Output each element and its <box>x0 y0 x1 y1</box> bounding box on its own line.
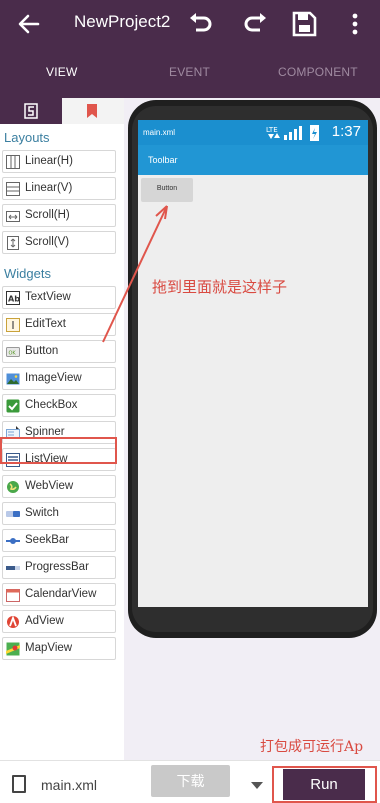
project-title: NewProject2 <box>74 12 171 31</box>
seekbar-icon <box>6 538 20 544</box>
toolbar-title: Toolbar <box>148 155 178 165</box>
dropdown-caret-icon[interactable] <box>251 782 263 789</box>
palette-item-progressbar[interactable]: ProgressBar <box>2 556 116 579</box>
palette-tabs <box>0 98 124 124</box>
checkbox-icon <box>6 399 20 413</box>
palette-item-label: Linear(H) <box>25 155 73 167</box>
scroll-v-icon <box>7 236 19 250</box>
button-icon: OK <box>6 347 20 357</box>
bottom-bar: main.xml 下载 Run <box>0 760 380 803</box>
linear-v-icon <box>6 182 20 196</box>
palette-item-imageview[interactable]: ImageView <box>2 367 116 390</box>
widgets-tab-icon <box>24 103 38 119</box>
network-label: LTE <box>266 126 278 134</box>
palette-item-label: CalendarView <box>25 588 97 600</box>
preview-button-label: Button <box>156 185 178 192</box>
palette-item-scroll-v[interactable]: Scroll(V) <box>2 231 116 254</box>
preview-toolbar: Toolbar <box>138 145 368 175</box>
palette-item-label: MapView <box>25 642 73 654</box>
widget-palette: Layouts Linear(H) Linear(V) Scroll(H) Sc… <box>0 98 124 760</box>
tab-component[interactable]: COMPONENT <box>278 65 358 79</box>
palette-item-mapview[interactable]: MapView <box>2 637 116 660</box>
back-arrow-icon[interactable] <box>14 9 44 39</box>
palette-item-label: Button <box>25 345 59 357</box>
palette-item-seekbar[interactable]: SeekBar <box>2 529 116 552</box>
palette-item-edittext[interactable]: EditText <box>2 313 116 336</box>
run-button[interactable]: Run <box>283 769 365 800</box>
palette-item-scroll-h[interactable]: Scroll(H) <box>2 204 116 227</box>
section-widgets: Widgets <box>4 266 51 281</box>
palette-tab-widgets[interactable] <box>0 98 62 124</box>
palette-item-label: Linear(V) <box>25 182 73 194</box>
run-label: Run <box>310 776 338 793</box>
download-button[interactable]: 下载 <box>151 765 230 797</box>
download-label: 下载 <box>176 773 205 789</box>
textview-icon: Ab <box>6 291 20 305</box>
phone-screen[interactable]: main.xml LTE 1:37 Toolbar Button <box>138 120 368 607</box>
palette-item-checkbox[interactable]: CheckBox <box>2 394 116 417</box>
palette-item-textview[interactable]: Ab TextView <box>2 286 116 309</box>
palette-item-button[interactable]: OK Button <box>2 340 116 363</box>
palette-item-label: WebView <box>25 480 74 492</box>
undo-icon[interactable] <box>186 9 216 39</box>
svg-text:Ab: Ab <box>8 295 20 304</box>
palette-item-linear-v[interactable]: Linear(V) <box>2 177 116 200</box>
status-bar: main.xml LTE 1:37 <box>138 120 368 145</box>
palette-item-label: Scroll(H) <box>25 209 70 221</box>
status-time: 1:37 <box>331 123 361 140</box>
status-icons: LTE <box>266 125 319 141</box>
linear-h-icon <box>6 155 20 169</box>
editor-tabs: VIEW EVENT COMPONENT <box>0 48 380 98</box>
file-selector[interactable]: main.xml <box>41 777 97 793</box>
palette-item-label: Switch <box>25 507 59 519</box>
preview-filename: main.xml <box>143 128 176 137</box>
tab-view[interactable]: VIEW <box>46 65 77 79</box>
palette-item-label: TextView <box>25 291 71 303</box>
bookmark-icon <box>87 104 97 118</box>
palette-item-label: AdView <box>25 615 64 627</box>
mapview-icon <box>6 642 20 656</box>
palette-item-calendarview[interactable]: CalendarView <box>2 583 116 606</box>
palette-item-switch[interactable]: Switch <box>2 502 116 525</box>
calendarview-icon <box>6 589 20 602</box>
palette-item-webview[interactable]: WebView <box>2 475 116 498</box>
adview-icon <box>7 615 19 628</box>
button-highlight-box <box>0 437 117 464</box>
more-vert-icon[interactable] <box>340 9 370 39</box>
annotation-drag-note: 拖到里面就是这样子 <box>152 278 288 296</box>
palette-item-label: EditText <box>25 318 66 330</box>
palette-item-label: ImageView <box>25 372 82 384</box>
palette-item-label: CheckBox <box>25 399 78 411</box>
imageview-icon <box>6 373 20 385</box>
annotation-run-note: 打包成可运行Ap <box>260 739 364 755</box>
palette-item-label: SeekBar <box>25 534 70 546</box>
section-layouts: Layouts <box>4 130 50 145</box>
edittext-icon <box>6 318 20 332</box>
switch-icon <box>6 511 20 517</box>
palette-tab-bookmarks[interactable] <box>62 98 124 124</box>
tab-event[interactable]: EVENT <box>169 65 210 79</box>
webview-icon <box>7 481 19 493</box>
app-bar: NewProject2 <box>0 0 380 48</box>
preview-button-widget[interactable]: Button <box>141 178 193 202</box>
progressbar-icon <box>6 566 20 570</box>
svg-text:OK: OK <box>9 351 17 357</box>
file-icon <box>12 775 26 793</box>
palette-item-label: Scroll(V) <box>25 236 70 248</box>
save-icon[interactable] <box>289 9 319 39</box>
palette-item-label: ProgressBar <box>25 561 89 573</box>
palette-item-linear-h[interactable]: Linear(H) <box>2 150 116 173</box>
redo-icon[interactable] <box>240 9 270 39</box>
palette-item-adview[interactable]: AdView <box>2 610 116 633</box>
scroll-h-icon <box>6 211 20 222</box>
